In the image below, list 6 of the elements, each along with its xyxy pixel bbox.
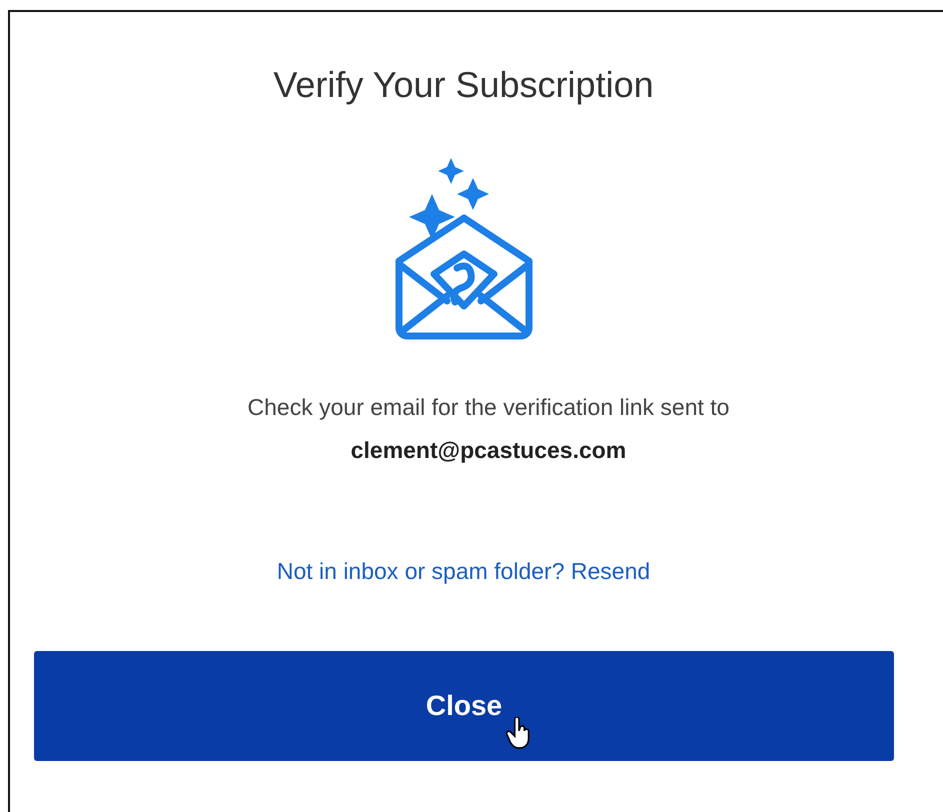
hand-cursor-icon	[506, 717, 532, 749]
instruction-text: Check your email for the verification link sent to	[248, 394, 730, 421]
close-button[interactable]: Close	[34, 651, 894, 761]
dialog-title: Verify Your Subscription	[273, 64, 654, 106]
email-address: clement@pcastuces.com	[350, 437, 626, 464]
resend-link[interactable]: Not in inbox or spam folder? Resend	[276, 558, 650, 585]
